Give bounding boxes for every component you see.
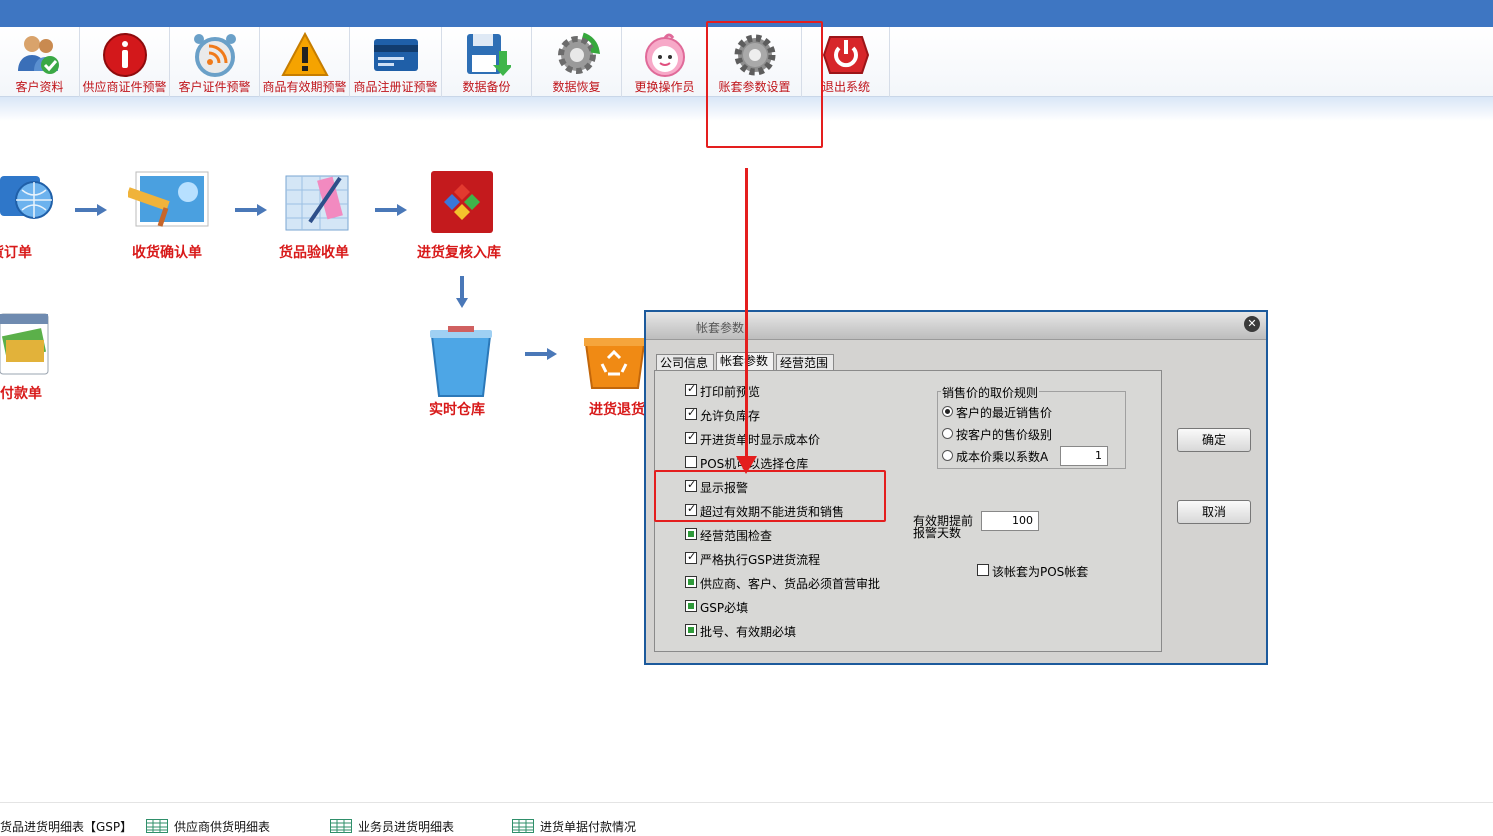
expiry-warning-label-line2: 报警天数	[913, 526, 962, 540]
blueprint-pencil-icon	[285, 175, 349, 231]
checkbox-indeterminate[interactable]	[685, 576, 697, 588]
radio-unselected[interactable]	[942, 428, 953, 439]
toolbar-label: 客户证件预警	[178, 80, 251, 94]
report-links-bar: 货品进货明细表【GSP】 供应商供货明细表 业务员进货明细表 进货单据付款情况	[0, 802, 1493, 836]
checkbox-unchecked[interactable]	[685, 456, 697, 468]
checkbox-checked[interactable]	[685, 430, 697, 444]
ok-button[interactable]: 确定	[1177, 428, 1251, 452]
toolbar-label: 供应商证件预警	[82, 80, 167, 94]
flow-arrow-icon	[75, 204, 107, 216]
price-rule-group: 销售价的取价规则 客户的最近销售价 按客户的售价级别 成本价乘以系数A 1	[937, 384, 1126, 469]
radio-selected[interactable]	[942, 406, 953, 417]
flow-arrow-icon	[235, 204, 267, 216]
toolbar-button-product-expiry-warning[interactable]: 商品有效期预警	[260, 27, 350, 97]
price-rule-title: 销售价的取价规则	[941, 384, 1040, 401]
checkbox-indeterminate[interactable]	[685, 528, 697, 540]
toolbar-label: 数据备份	[462, 80, 511, 94]
flow-label: 付款单	[0, 386, 42, 402]
toolbar-button-switch-operator[interactable]: 更换操作员	[622, 27, 708, 97]
coefficient-input[interactable]: 1	[1060, 446, 1108, 466]
flow-label: 进货退货	[589, 402, 645, 418]
radio-unselected[interactable]	[942, 450, 953, 461]
app-window: 客户资料 供应商证件预警 客户证件预警 商品有效期预警 商品注册证预警 数据备份…	[0, 0, 1493, 836]
toolbar-label: 更换操作员	[634, 80, 695, 94]
flow-label: 收货确认单	[132, 245, 202, 261]
table-icon	[330, 819, 352, 833]
table-icon	[512, 819, 534, 833]
credit-card-icon	[373, 39, 418, 71]
checkbox-indeterminate[interactable]	[685, 600, 697, 612]
flow-arrow-down-icon	[456, 276, 468, 308]
trash-bin-icon	[430, 326, 492, 397]
power-icon	[822, 36, 869, 74]
toolbar-button-data-restore[interactable]: 数据恢复	[532, 27, 622, 97]
annotation-box-alarm-options	[654, 470, 886, 522]
info-red-icon	[102, 33, 147, 77]
checkbox-checked[interactable]	[685, 550, 697, 564]
dialog-title-bar[interactable]: 帐套参数 ✕	[646, 312, 1266, 340]
recycle-box-icon	[584, 338, 646, 389]
annotation-arrow-line	[745, 168, 748, 470]
checkbox-indeterminate[interactable]	[685, 624, 697, 636]
toolbar-button-customer-cert-warning[interactable]: 客户证件预警	[170, 27, 260, 97]
toolbar-label: 商品注册证预警	[353, 80, 438, 94]
checkbox-checked[interactable]	[685, 406, 697, 420]
floppy-download-icon	[466, 34, 511, 76]
toolbar-button-supplier-cert-warning[interactable]: 供应商证件预警	[80, 27, 170, 97]
users-check-icon	[17, 36, 59, 74]
flow-label: 实时仓库	[429, 402, 485, 418]
flow-label: 进货复核入库	[417, 245, 501, 261]
checkbox-unchecked[interactable]	[977, 564, 989, 576]
alarm-clock-rss-icon	[193, 34, 236, 77]
paint-roller-icon	[128, 171, 209, 227]
toolbar-label: 退出系统	[822, 80, 871, 94]
expiry-warning-days-input[interactable]: 100	[981, 511, 1039, 531]
close-icon[interactable]: ✕	[1244, 316, 1260, 332]
toolbar-label: 商品有效期预警	[262, 80, 347, 94]
cancel-button[interactable]: 取消	[1177, 500, 1251, 524]
toolbar-button-product-registration-warning[interactable]: 商品注册证预警	[350, 27, 442, 97]
diamond-tiles-icon	[431, 171, 493, 233]
annotation-box-settings-button	[706, 21, 823, 148]
globe-monitor-icon	[0, 176, 53, 219]
flow-arrow-icon	[375, 204, 407, 216]
toolbar-button-customer-info[interactable]: 客户资料	[0, 27, 80, 97]
warning-triangle-icon	[280, 31, 329, 76]
flow-arrow-icon	[525, 348, 557, 360]
checkbox-checked[interactable]	[685, 382, 697, 396]
smiley-face-icon	[644, 33, 685, 77]
flow-label: 货品验收单	[279, 245, 349, 261]
money-calendar-icon	[0, 313, 49, 375]
flow-label: 货订单	[0, 245, 32, 261]
table-icon	[146, 819, 168, 833]
dialog-title: 帐套参数	[696, 321, 745, 335]
toolbar-button-data-backup[interactable]: 数据备份	[442, 27, 532, 97]
toolbar-label: 数据恢复	[552, 80, 601, 94]
gear-refresh-icon	[557, 32, 600, 74]
toolbar-label: 客户资料	[15, 80, 64, 94]
